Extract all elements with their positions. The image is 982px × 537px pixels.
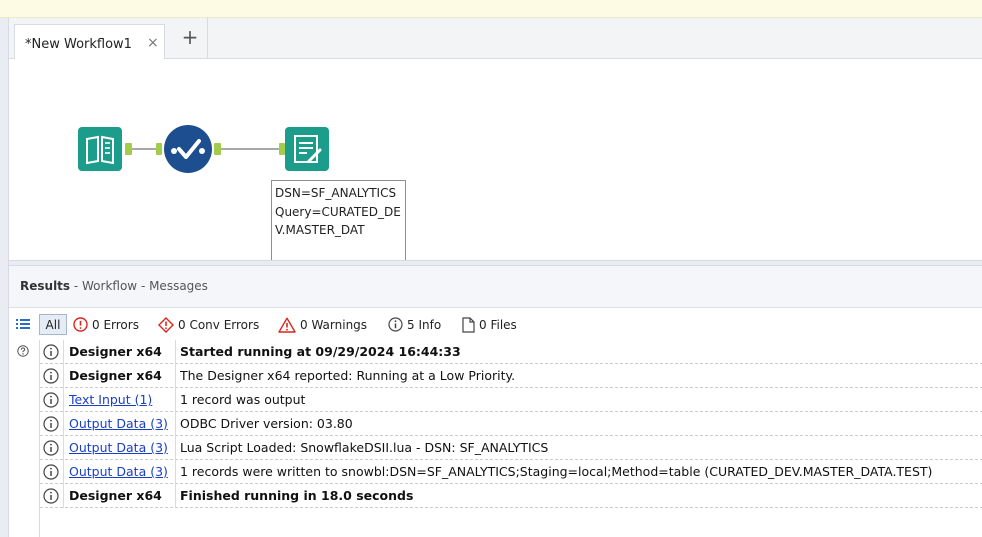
column-separator <box>63 412 64 436</box>
filter-conv-errors-button[interactable]: 0 Conv Errors <box>158 314 259 335</box>
column-separator <box>63 364 64 388</box>
filter-files-label: 0 Files <box>479 317 517 332</box>
message-text: 1 records were written to snowbl:DSN=SF_… <box>180 464 933 479</box>
check-tool-icon[interactable] <box>164 125 212 173</box>
results-title: Results - Workflow - Messages <box>20 279 208 293</box>
info-icon <box>388 317 403 332</box>
filter-all-label: All <box>45 317 61 332</box>
column-separator <box>175 340 176 364</box>
filter-warnings-label: 0 Warnings <box>300 317 368 332</box>
left-panel-edge <box>0 18 9 537</box>
column-separator <box>175 484 176 508</box>
workflow-diagram <box>78 125 329 173</box>
output-data-tool-icon[interactable] <box>285 127 329 171</box>
list-view-icon[interactable] <box>16 318 30 330</box>
results-breadcrumb: - Workflow - Messages <box>70 279 208 293</box>
filter-errors-label: 0 Errors <box>92 317 139 332</box>
column-separator <box>175 364 176 388</box>
help-icon[interactable] <box>17 345 29 357</box>
column-separator <box>63 460 64 484</box>
filter-all-button[interactable]: All <box>39 314 67 335</box>
message-row[interactable]: Text Input (1) 1 record was output <box>40 388 982 412</box>
message-row[interactable]: Output Data (3) Lua Script Loaded: Snowf… <box>40 436 982 460</box>
filter-info-button[interactable]: 5 Info <box>388 314 441 335</box>
connection-line[interactable] <box>125 143 162 155</box>
message-text: ODBC Driver version: 03.80 <box>180 416 353 431</box>
tab-close-icon[interactable]: × <box>147 35 159 51</box>
tool-annotation[interactable]: DSN=SF_ANALYTICS Query=CURATED_DEV.MASTE… <box>271 180 406 260</box>
tab-separator <box>207 18 208 58</box>
tool-link-output-data[interactable]: Output Data (3) <box>69 440 168 455</box>
conversion-error-icon <box>158 316 174 333</box>
message-text: 1 record was output <box>180 392 306 407</box>
info-icon <box>43 416 59 432</box>
tab-new-workflow1[interactable]: *New Workflow1 × <box>14 24 165 60</box>
message-text: Finished running in 18.0 seconds <box>180 488 414 503</box>
workflow-canvas[interactable]: DSN=SF_ANALYTICS Query=CURATED_DEV.MASTE… <box>9 59 982 260</box>
tab-label: *New Workflow1 <box>25 37 132 52</box>
filter-warnings-button[interactable]: 0 Warnings <box>278 314 367 335</box>
message-row[interactable]: Output Data (3) ODBC Driver version: 03.… <box>40 412 982 436</box>
info-icon <box>43 464 59 480</box>
tool-link-output-data[interactable]: Output Data (3) <box>69 416 168 431</box>
message-row[interactable]: Designer x64 Finished running in 18.0 se… <box>40 484 982 508</box>
message-tool: Designer x64 <box>69 488 162 503</box>
message-row[interactable]: Designer x64 The Designer x64 reported: … <box>40 364 982 388</box>
info-icon <box>43 368 59 384</box>
info-icon <box>43 440 59 456</box>
tool-link-text-input[interactable]: Text Input (1) <box>69 392 152 407</box>
filter-conv-errors-label: 0 Conv Errors <box>178 317 260 332</box>
column-separator <box>63 388 64 412</box>
connection-line[interactable] <box>214 143 285 155</box>
info-icon <box>43 392 59 408</box>
column-separator <box>63 436 64 460</box>
column-separator <box>175 412 176 436</box>
message-tool: Designer x64 <box>69 344 162 359</box>
message-row[interactable]: Output Data (3) 1 records were written t… <box>40 460 982 484</box>
column-separator <box>175 436 176 460</box>
message-row[interactable]: Designer x64 Started running at 09/29/20… <box>40 340 982 364</box>
tool-link-output-data[interactable]: Output Data (3) <box>69 464 168 479</box>
column-separator <box>175 388 176 412</box>
workflow-tab-bar: *New Workflow1 × + <box>9 18 982 60</box>
results-filter-bar: All 0 Errors 0 Conv Errors 0 Warnings 5 … <box>9 309 982 340</box>
message-text: The Designer x64 reported: Running at a … <box>180 368 516 383</box>
results-label: Results <box>20 279 71 293</box>
messages-grid: Designer x64 Started running at 09/29/20… <box>39 340 982 537</box>
warning-icon <box>278 317 296 333</box>
message-tool: Designer x64 <box>69 368 162 383</box>
text-input-tool-icon[interactable] <box>78 127 122 171</box>
column-separator <box>175 460 176 484</box>
column-separator <box>63 484 64 508</box>
filter-info-label: 5 Info <box>407 317 442 332</box>
column-separator <box>63 340 64 364</box>
add-tab-button[interactable]: + <box>175 23 205 53</box>
file-icon <box>462 316 475 333</box>
message-text: Started running at 09/29/2024 16:44:33 <box>180 344 461 359</box>
notification-banner <box>0 0 982 18</box>
message-text: Lua Script Loaded: SnowflakeDSII.lua - D… <box>180 440 549 455</box>
filter-errors-button[interactable]: 0 Errors <box>73 314 139 335</box>
filter-files-button[interactable]: 0 Files <box>462 314 517 335</box>
results-header: Results - Workflow - Messages <box>9 266 982 308</box>
error-icon <box>73 317 88 332</box>
info-icon <box>43 344 59 360</box>
info-icon <box>43 488 59 504</box>
